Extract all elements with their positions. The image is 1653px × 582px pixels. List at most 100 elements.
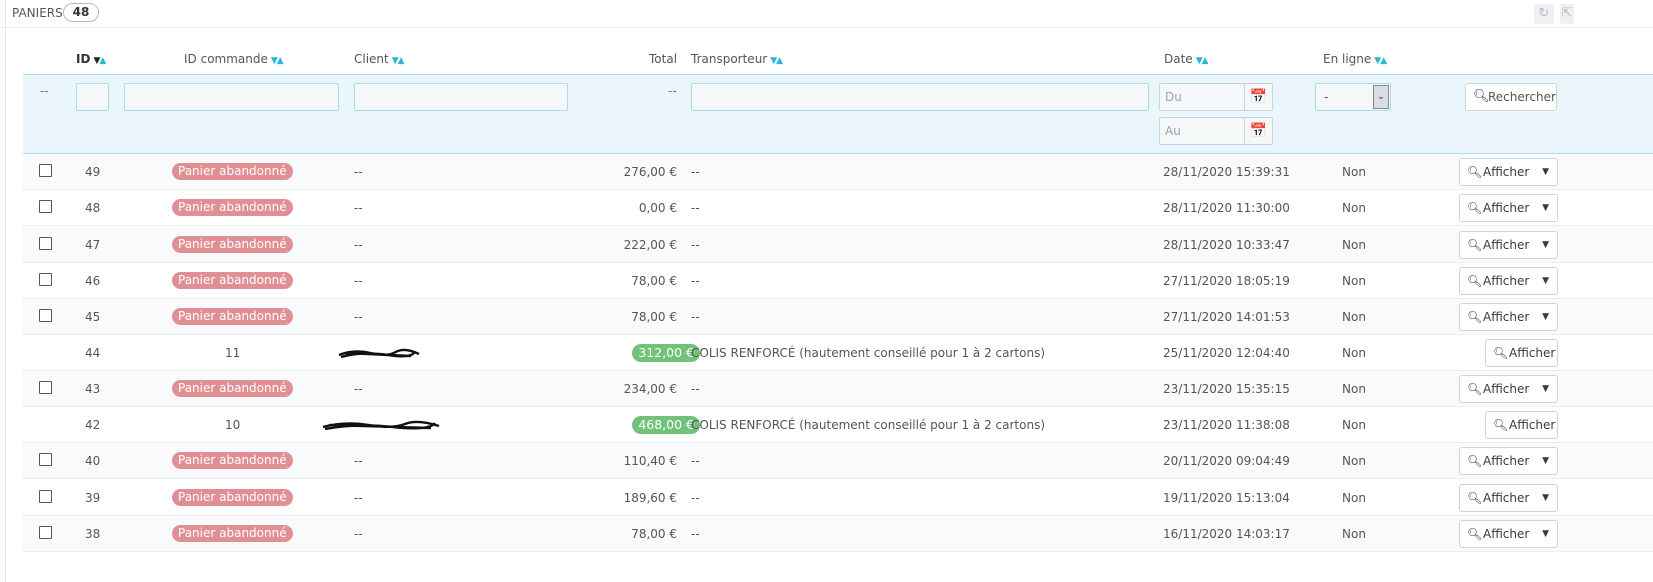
table-row[interactable]: 39 Panier abandonné -- 189,60 € -- 19/11/2020… xyxy=(23,480,1653,516)
column-header-carrier[interactable]: Transporteur ▼▲ xyxy=(691,52,783,66)
caret-down-icon[interactable]: ▼ xyxy=(1542,376,1549,402)
table-row[interactable]: 49 Panier abandonné -- 276,00 € -- 28/11/2020… xyxy=(23,154,1653,190)
view-button[interactable]: 🔍︎ Afficher xyxy=(1485,339,1558,367)
sort-icon[interactable]: ▼▲ xyxy=(271,56,284,66)
calendar-icon[interactable]: 📅 xyxy=(1244,84,1272,110)
filter-date-to[interactable]: Au 📅 xyxy=(1159,117,1273,145)
row-checkbox[interactable] xyxy=(39,453,52,466)
filter-online-select[interactable]: - ⌄ xyxy=(1315,83,1391,111)
row-checkbox[interactable] xyxy=(39,237,52,250)
view-button[interactable]: 🔍︎ Afficher ▼ xyxy=(1459,484,1558,512)
view-button[interactable]: 🔍︎ Afficher ▼ xyxy=(1459,447,1558,475)
date-to-placeholder: Au xyxy=(1165,124,1181,138)
column-header-id[interactable]: ID ▼▲ xyxy=(76,52,106,66)
view-button-label: Afficher xyxy=(1483,201,1530,215)
row-checkbox[interactable] xyxy=(39,200,52,213)
cell-client: -- xyxy=(354,454,363,468)
cell-order-status: Panier abandonné xyxy=(172,489,293,506)
caret-down-icon[interactable]: ▼ xyxy=(1542,159,1549,185)
row-checkbox[interactable] xyxy=(39,490,52,503)
caret-down-icon[interactable]: ▼ xyxy=(1542,304,1549,330)
caret-down-icon[interactable]: ▼ xyxy=(1542,232,1549,258)
cell-order-id: 10 xyxy=(225,418,241,432)
view-button-label: Afficher xyxy=(1483,382,1530,396)
caret-down-icon[interactable]: ▼ xyxy=(1542,521,1549,547)
cell-online: Non xyxy=(1342,274,1366,288)
table-row[interactable]: 43 Panier abandonné -- 234,00 € -- 23/11/2020… xyxy=(23,371,1653,407)
filter-carrier-input[interactable] xyxy=(691,83,1149,111)
column-header-online[interactable]: En ligne ▼▲ xyxy=(1323,52,1387,66)
column-label-order-id: ID commande xyxy=(184,52,268,66)
cell-online: Non xyxy=(1342,454,1366,468)
column-header-client[interactable]: Client ▼▲ xyxy=(354,52,405,66)
table-row[interactable]: 42 10 468,00 € COLIS RENFORCÉ (hautement co… xyxy=(23,407,1653,443)
sort-icon[interactable]: ▼▲ xyxy=(1374,56,1387,66)
view-button[interactable]: 🔍︎ Afficher ▼ xyxy=(1459,520,1558,548)
zoom-icon: 🔍︎ xyxy=(1467,491,1483,505)
row-checkbox[interactable] xyxy=(39,309,52,322)
table-row[interactable]: 48 Panier abandonné -- 0,00 € -- 28/11/2020 1… xyxy=(23,190,1653,226)
cell-order-status: Panier abandonné xyxy=(172,199,293,216)
cell-date: 19/11/2020 15:13:04 xyxy=(1163,491,1290,505)
filter-date-from[interactable]: Du 📅 xyxy=(1159,83,1273,111)
row-checkbox[interactable] xyxy=(39,273,52,286)
table-row[interactable]: 45 Panier abandonné -- 78,00 € -- 27/11/2020 … xyxy=(23,299,1653,335)
column-label-total: Total xyxy=(649,52,678,66)
cell-date: 23/11/2020 11:38:08 xyxy=(1163,418,1290,432)
view-button[interactable]: 🔍︎ Afficher ▼ xyxy=(1459,231,1558,259)
caret-down-icon[interactable]: ▼ xyxy=(1542,195,1549,221)
cell-online: Non xyxy=(1342,310,1366,324)
filter-client-input[interactable] xyxy=(354,83,568,111)
cell-id: 46 xyxy=(85,274,101,288)
cell-order-status: Panier abandonné xyxy=(172,380,293,397)
row-checkbox[interactable] xyxy=(39,381,52,394)
view-button[interactable]: 🔍︎ Afficher ▼ xyxy=(1459,158,1558,186)
search-button[interactable]: 🔍︎ Rechercher xyxy=(1465,83,1557,111)
view-button[interactable]: 🔍︎ Afficher xyxy=(1485,411,1558,439)
cell-order-status: Panier abandonné xyxy=(172,452,293,469)
caret-down-icon[interactable]: ▼ xyxy=(1542,268,1549,294)
view-button[interactable]: 🔍︎ Afficher ▼ xyxy=(1459,194,1558,222)
cell-date: 28/11/2020 11:30:00 xyxy=(1163,201,1290,215)
cell-total: 189,60 € xyxy=(623,491,677,505)
table-row[interactable]: 40 Panier abandonné -- 110,40 € -- 20/11/2020… xyxy=(23,443,1653,479)
cell-date: 20/11/2020 09:04:49 xyxy=(1163,454,1290,468)
zoom-icon: 🔍︎ xyxy=(1493,418,1509,432)
zoom-icon: 🔍︎ xyxy=(1467,274,1483,288)
table-row[interactable]: 46 Panier abandonné -- 78,00 € -- 27/11/2020 … xyxy=(23,263,1653,299)
caret-down-icon[interactable]: ▼ xyxy=(1542,485,1549,511)
panel-left-border xyxy=(5,0,6,582)
refresh-icon[interactable]: ↻ xyxy=(1534,4,1554,24)
filter-total-placeholder: -- xyxy=(668,84,677,98)
filter-id-input[interactable] xyxy=(76,83,109,111)
search-button-label: Rechercher xyxy=(1488,90,1556,104)
view-button[interactable]: 🔍︎ Afficher ▼ xyxy=(1459,267,1558,295)
cell-date: 27/11/2020 14:01:53 xyxy=(1163,310,1290,324)
export-icon[interactable]: ⇱ xyxy=(1560,4,1574,24)
calendar-icon[interactable]: 📅 xyxy=(1244,118,1272,144)
table-row[interactable]: 47 Panier abandonné -- 222,00 € -- 28/11/2020… xyxy=(23,227,1653,263)
cell-order-status: Panier abandonné xyxy=(172,163,293,180)
table-row[interactable]: 44 11 312,00 € COLIS RENFORCÉ (hautement co… xyxy=(23,335,1653,371)
filter-online-value: - xyxy=(1324,90,1329,104)
sort-icon[interactable]: ▼▲ xyxy=(770,56,783,66)
cell-order-status: Panier abandonné xyxy=(172,272,293,289)
table-row[interactable]: 38 Panier abandonné -- 78,00 € -- 16/11/2020 … xyxy=(23,516,1653,552)
view-button[interactable]: 🔍︎ Afficher ▼ xyxy=(1459,303,1558,331)
zoom-icon: 🔍︎ xyxy=(1467,382,1483,396)
sort-icon[interactable]: ▼▲ xyxy=(1196,56,1209,66)
chevron-down-icon[interactable]: ⌄ xyxy=(1373,85,1389,109)
column-header-order-id[interactable]: ID commande ▼▲ xyxy=(184,52,284,66)
filter-order-id-input[interactable] xyxy=(124,83,339,111)
caret-down-icon[interactable]: ▼ xyxy=(1542,448,1549,474)
cell-client: -- xyxy=(354,201,363,215)
sort-icon[interactable]: ▼▲ xyxy=(93,56,106,66)
row-checkbox[interactable] xyxy=(39,164,52,177)
column-header-date[interactable]: Date ▼▲ xyxy=(1164,52,1209,66)
row-checkbox[interactable] xyxy=(39,526,52,539)
cell-carrier: COLIS RENFORCÉ (hautement conseillé pour… xyxy=(691,418,1045,432)
cell-total: 234,00 € xyxy=(623,382,677,396)
view-button-label: Afficher xyxy=(1483,238,1530,252)
sort-icon[interactable]: ▼▲ xyxy=(392,56,405,66)
view-button[interactable]: 🔍︎ Afficher ▼ xyxy=(1459,375,1558,403)
